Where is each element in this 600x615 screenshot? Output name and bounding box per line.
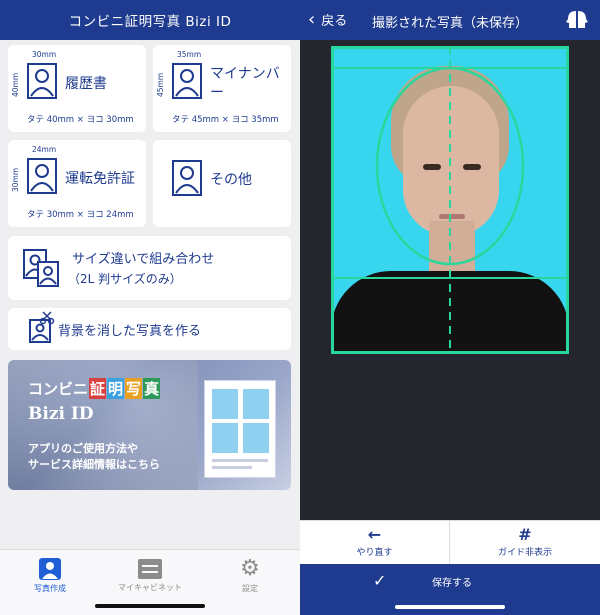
arrow-left-icon: ← <box>367 525 382 544</box>
person-icon <box>172 63 202 99</box>
gear-icon: ⚙ <box>240 556 260 581</box>
banner-title: コンビニ 証 明 写 真 <box>28 378 161 399</box>
height-label: 40mm <box>11 72 20 97</box>
cabinet-icon <box>138 559 162 579</box>
home-indicator <box>395 605 505 609</box>
card-label: マイナンバー <box>210 66 280 101</box>
hash-grid-icon: # <box>518 525 532 544</box>
width-label: 35mm <box>177 50 202 59</box>
person-icon <box>27 158 57 194</box>
check-icon: ✓ <box>373 571 387 590</box>
save-button[interactable]: ✓ 保存する <box>300 564 600 615</box>
retake-label: やり直す <box>356 548 393 558</box>
card-spec: タテ 45mm × ヨコ 35mm <box>172 115 279 125</box>
captured-photo-area <box>300 40 600 520</box>
preview-title: 撮影された写真（未保存） <box>372 16 529 31</box>
card-mynumber[interactable]: 35mm 45mm マイナンバー タテ 45mm × ヨコ 35mm <box>153 45 291 132</box>
card-spec: タテ 30mm × ヨコ 24mm <box>27 210 134 220</box>
tab-create-photo[interactable]: 写真作成 <box>0 558 100 594</box>
card-combination[interactable]: サイズ違いで組み合わせ （2L 判サイズのみ） <box>8 236 291 300</box>
card-rirekisho[interactable]: 30mm 40mm 履歴書 タテ 40mm × ヨコ 30mm <box>8 45 146 132</box>
banner-line2: サービス詳細情報はこちら <box>28 458 160 471</box>
preview-header: ‹ 戻る 撮影された写真（未保存） <box>300 0 600 40</box>
chevron-left-icon: ‹ <box>308 8 316 30</box>
app-title: コンビニ証明写真 Bizi ID <box>68 14 232 30</box>
person-icon <box>27 63 57 99</box>
card-label: 運転免許証 <box>65 171 135 187</box>
banner-brand: Bizi ID <box>28 404 94 424</box>
tab-label: 設定 <box>242 584 258 593</box>
height-label: 45mm <box>156 72 165 97</box>
back-button[interactable]: ‹ 戻る <box>308 10 347 29</box>
scissors-person-icon <box>25 311 55 343</box>
tab-my-cabinet[interactable]: マイキャビネット <box>100 558 200 593</box>
sample-photo-sheet <box>204 380 276 478</box>
person-icon <box>172 160 202 196</box>
combo-people-icon <box>23 249 59 287</box>
save-label: 保存する <box>432 578 472 589</box>
remove-bg-label: 背景を消した写真を作る <box>58 324 202 339</box>
left-screen: コンビニ証明写真 Bizi ID 30mm 40mm 履歴書 タテ 40mm ×… <box>0 0 300 615</box>
tab-label: 写真作成 <box>34 584 66 593</box>
tab-label: マイキャビネット <box>118 583 182 592</box>
app-header: コンビニ証明写真 Bizi ID <box>0 0 300 40</box>
card-label: その他 <box>210 172 252 188</box>
banner-line1: アプリのご使用方法や <box>28 442 138 455</box>
hide-guide-label: ガイド非表示 <box>497 548 552 558</box>
hide-guide-button[interactable]: # ガイド非表示 <box>450 521 600 565</box>
back-label: 戻る <box>321 14 348 29</box>
guide-overlay <box>331 46 569 354</box>
face-compare-icon[interactable] <box>564 9 590 31</box>
card-label: 履歴書 <box>65 76 107 92</box>
right-screen: ‹ 戻る 撮影された写真（未保存） ← やり直す # ガイド非表示 ✓ 保存する <box>300 0 600 615</box>
card-other[interactable]: その他 <box>153 140 291 227</box>
combo-line1: サイズ違いで組み合わせ <box>72 252 215 267</box>
card-license[interactable]: 24mm 30mm 運転免許証 タテ 30mm × ヨコ 24mm <box>8 140 146 227</box>
person-icon <box>39 558 61 580</box>
combo-line2: （2L 判サイズのみ） <box>68 272 182 286</box>
home-indicator <box>95 604 205 608</box>
height-label: 30mm <box>11 167 20 192</box>
tab-settings[interactable]: ⚙ 設定 <box>200 558 300 594</box>
card-remove-background[interactable]: 背景を消した写真を作る <box>8 308 291 350</box>
tab-bar: 写真作成 マイキャビネット ⚙ 設定 <box>0 549 300 615</box>
action-bar: ← やり直す # ガイド非表示 <box>300 520 600 565</box>
card-spec: タテ 40mm × ヨコ 30mm <box>27 115 134 125</box>
retake-button[interactable]: ← やり直す <box>300 521 450 565</box>
width-label: 24mm <box>32 145 57 154</box>
captured-photo <box>331 46 569 354</box>
width-label: 30mm <box>32 50 57 59</box>
promo-banner[interactable]: コンビニ 証 明 写 真 Bizi ID アプリのご使用方法や サービス詳細情報… <box>8 360 291 490</box>
